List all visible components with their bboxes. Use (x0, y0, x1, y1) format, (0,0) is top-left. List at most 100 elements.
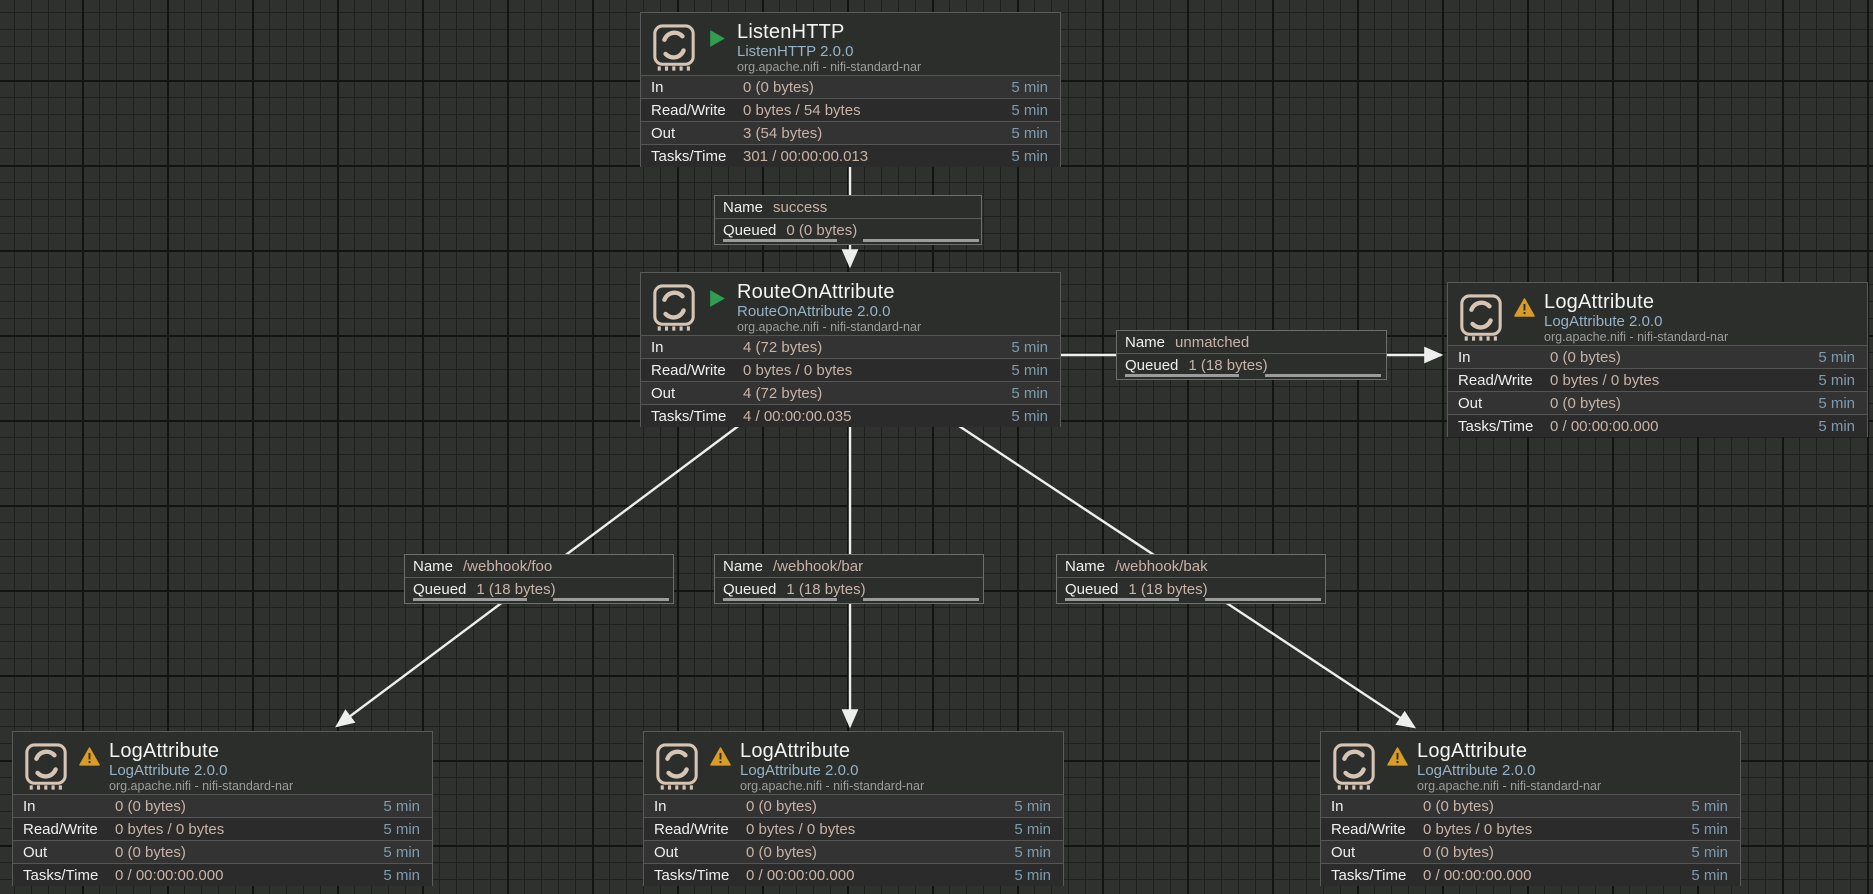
stat-row-out: Out0 (0 bytes)5 min (644, 840, 1063, 863)
connection-label-unmatched[interactable]: Nameunmatched Queued1 (18 bytes) (1116, 330, 1387, 380)
stat-value: 0 (0 bytes) (115, 844, 368, 861)
processor-stamp-refresh-icon (23, 741, 69, 796)
stat-label: Out (654, 844, 746, 861)
connection-queued-label: Queued (723, 581, 776, 598)
stat-row-read-write: Read/Write0 bytes / 0 bytes5 min (1321, 817, 1740, 840)
stat-label: Tasks/Time (651, 148, 743, 165)
queue-size-bar (863, 239, 979, 242)
stat-label: Read/Write (23, 821, 115, 838)
processor-header: LogAttribute LogAttribute 2.0.0 org.apac… (644, 732, 1063, 794)
stat-value: 0 / 00:00:00.000 (746, 867, 999, 884)
connection-name-label: Name (723, 199, 763, 216)
connection-label-success[interactable]: Namesuccess Queued0 (0 bytes) (714, 195, 982, 245)
processor-title: ListenHTTP (737, 21, 1050, 43)
processor-title: RouteOnAttribute (737, 281, 1050, 303)
connection-name-value: /webhook/foo (463, 558, 552, 575)
processor-type-version: LogAttribute 2.0.0 (109, 762, 422, 779)
stat-label: Read/Write (654, 821, 746, 838)
stat-label: In (654, 798, 746, 815)
queue-count-bar (413, 598, 527, 601)
connection-label-webhook-foo[interactable]: Name/webhook/foo Queued1 (18 bytes) (404, 554, 674, 604)
stat-value: 0 bytes / 0 bytes (746, 821, 999, 838)
processor-log-attribute-foo[interactable]: LogAttribute LogAttribute 2.0.0 org.apac… (12, 731, 433, 886)
stat-window: 5 min (996, 125, 1048, 142)
stat-value: 0 (0 bytes) (743, 79, 996, 96)
warning-triangle-icon (710, 747, 731, 771)
processor-bundle: org.apache.nifi - nifi-standard-nar (1417, 779, 1730, 794)
connection-name-row: Namesuccess (715, 196, 981, 219)
queue-size-bar (863, 598, 979, 601)
connection-name-label: Name (1065, 558, 1105, 575)
processor-route-on-attribute[interactable]: RouteOnAttribute RouteOnAttribute 2.0.0 … (640, 272, 1061, 427)
stat-value: 0 / 00:00:00.000 (1423, 867, 1676, 884)
stat-label: Tasks/Time (654, 867, 746, 884)
stat-value: 0 (0 bytes) (1550, 395, 1803, 412)
stat-value: 0 / 00:00:00.000 (115, 867, 368, 884)
stat-row-read-write: Read/Write0 bytes / 0 bytes5 min (641, 358, 1060, 381)
stat-value: 4 / 00:00:00.035 (743, 408, 996, 425)
stat-window: 5 min (999, 821, 1051, 838)
warning-triangle-icon (79, 747, 100, 771)
stat-label: Out (1458, 395, 1550, 412)
stat-value: 0 (0 bytes) (746, 798, 999, 815)
stat-window: 5 min (996, 148, 1048, 165)
stat-row-in: In0 (0 bytes)5 min (1321, 794, 1740, 817)
stat-label: Out (23, 844, 115, 861)
connection-name-row: Nameunmatched (1117, 331, 1386, 354)
stat-label: Tasks/Time (651, 408, 743, 425)
stat-label: Read/Write (651, 362, 743, 379)
stat-value: 4 (72 bytes) (743, 385, 996, 402)
stat-value: 0 bytes / 0 bytes (743, 362, 996, 379)
flow-canvas[interactable]: ListenHTTP ListenHTTP 2.0.0 org.apache.n… (0, 0, 1873, 894)
processor-bundle: org.apache.nifi - nifi-standard-nar (740, 779, 1053, 794)
processor-log-attribute-bak[interactable]: LogAttribute LogAttribute 2.0.0 org.apac… (1320, 731, 1741, 886)
processor-log-attribute-unmatched[interactable]: LogAttribute LogAttribute 2.0.0 org.apac… (1447, 282, 1868, 437)
processor-log-attribute-bar[interactable]: LogAttribute LogAttribute 2.0.0 org.apac… (643, 731, 1064, 886)
stat-value: 0 (0 bytes) (1423, 798, 1676, 815)
stat-value: 0 (0 bytes) (1550, 349, 1803, 366)
processor-stamp-refresh-icon (654, 741, 700, 796)
processor-stamp-refresh-icon (651, 282, 697, 337)
connection-name-label: Name (1125, 334, 1165, 351)
stat-window: 5 min (368, 821, 420, 838)
stat-row-in: In0 (0 bytes)5 min (641, 75, 1060, 98)
processor-title: LogAttribute (1544, 291, 1857, 313)
processor-bundle: org.apache.nifi - nifi-standard-nar (1544, 330, 1857, 345)
stat-window: 5 min (1803, 372, 1855, 389)
processor-type-version: RouteOnAttribute 2.0.0 (737, 303, 1050, 320)
processor-bundle: org.apache.nifi - nifi-standard-nar (109, 779, 422, 794)
stat-window: 5 min (999, 844, 1051, 861)
processor-type-version: ListenHTTP 2.0.0 (737, 43, 1050, 60)
processor-bundle: org.apache.nifi - nifi-standard-nar (737, 320, 1050, 335)
stat-label: In (651, 339, 743, 356)
stat-window: 5 min (996, 362, 1048, 379)
stat-row-read-write: Read/Write0 bytes / 54 bytes5 min (641, 98, 1060, 121)
queue-count-bar (1065, 598, 1179, 601)
stat-value: 0 bytes / 0 bytes (115, 821, 368, 838)
stat-window: 5 min (1803, 395, 1855, 412)
queue-size-bar (553, 598, 669, 601)
queue-count-bar (1125, 374, 1239, 377)
connection-name-label: Name (413, 558, 453, 575)
connection-name-row: Name/webhook/bak (1057, 555, 1325, 578)
stat-window: 5 min (368, 867, 420, 884)
connection-label-webhook-bar[interactable]: Name/webhook/bar Queued1 (18 bytes) (714, 554, 984, 604)
connection-name-value: /webhook/bak (1115, 558, 1208, 575)
connection-name-label: Name (723, 558, 763, 575)
connection-queued-value: 0 (0 bytes) (786, 222, 857, 239)
stat-window: 5 min (996, 339, 1048, 356)
processor-listen-http[interactable]: ListenHTTP ListenHTTP 2.0.0 org.apache.n… (640, 12, 1061, 167)
connection-queued-value: 1 (18 bytes) (786, 581, 865, 598)
stat-value: 0 bytes / 54 bytes (743, 102, 996, 119)
connection-queued-value: 1 (18 bytes) (476, 581, 555, 598)
processor-type-version: LogAttribute 2.0.0 (1544, 313, 1857, 330)
queue-count-bar (723, 239, 837, 242)
stat-label: Out (1331, 844, 1423, 861)
stat-value: 301 / 00:00:00.013 (743, 148, 996, 165)
stat-label: In (23, 798, 115, 815)
stat-row-out: Out0 (0 bytes)5 min (1321, 840, 1740, 863)
stat-row-tasks-time: Tasks/Time0 / 00:00:00.0005 min (13, 863, 432, 886)
connection-label-webhook-bak[interactable]: Name/webhook/bak Queued1 (18 bytes) (1056, 554, 1326, 604)
stat-row-read-write: Read/Write0 bytes / 0 bytes5 min (644, 817, 1063, 840)
stat-window: 5 min (996, 385, 1048, 402)
